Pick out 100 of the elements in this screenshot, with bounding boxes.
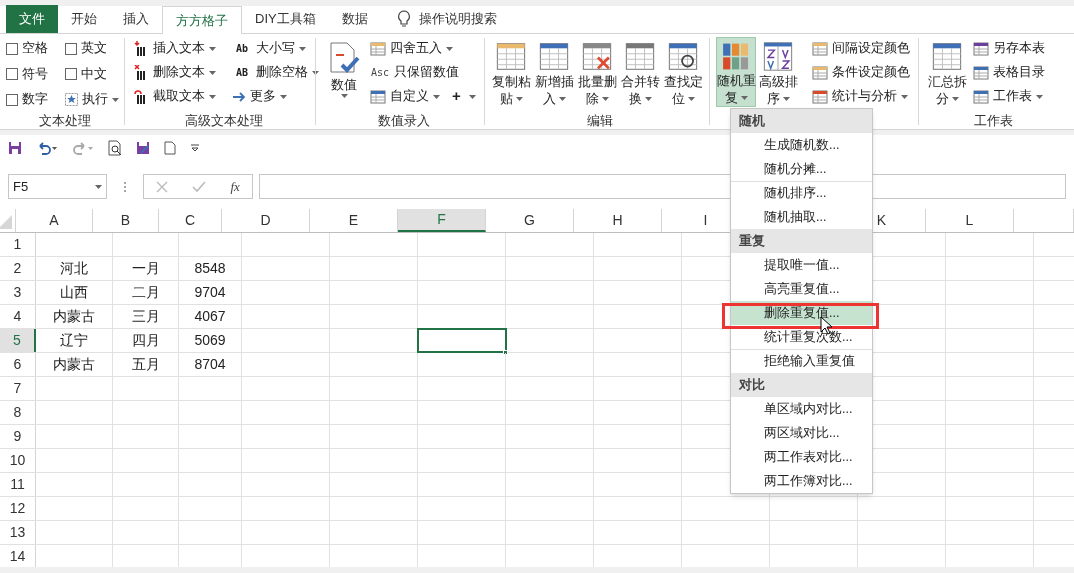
row-header[interactable]: 6: [0, 353, 36, 376]
ribbon-button[interactable]: 随机重 复: [716, 37, 756, 107]
menu-item[interactable]: 两工作簿对比...: [731, 469, 872, 493]
ribbon-button[interactable]: 高级排 序: [758, 37, 798, 107]
column-header[interactable]: H: [574, 209, 662, 232]
redo-icon[interactable]: [72, 141, 94, 155]
ribbon-button[interactable]: 数值: [324, 37, 364, 107]
row-header[interactable]: 9: [0, 425, 36, 448]
table-cell: 一月: [113, 257, 179, 280]
ribbon-button[interactable]: 四舍五入: [370, 37, 476, 60]
menu-item[interactable]: 随机排序...: [731, 181, 872, 205]
row-header[interactable]: 8: [0, 401, 36, 424]
caret-icon: [340, 94, 348, 98]
ribbon-button[interactable]: 删除文本: [133, 61, 216, 84]
ribbon-button[interactable]: 截取文本: [133, 85, 216, 108]
ribbon-button[interactable]: 统计与分析: [812, 85, 910, 108]
caret-icon: [433, 94, 440, 99]
column-header[interactable]: L: [926, 209, 1014, 232]
ribbon-button[interactable]: Ab 大小写: [232, 37, 319, 60]
print-preview-icon[interactable]: [108, 140, 122, 156]
add-button[interactable]: +: [452, 85, 476, 108]
menu-item[interactable]: 两工作表对比...: [731, 445, 872, 469]
column-header[interactable]: G: [486, 209, 574, 232]
save-edit-icon[interactable]: [136, 141, 150, 155]
ribbon-button[interactable]: 复制粘 贴: [491, 37, 531, 107]
table-cell: 5069: [179, 329, 242, 352]
caret-icon: [644, 97, 652, 101]
row-header[interactable]: 3: [0, 281, 36, 304]
undo-icon[interactable]: [36, 141, 58, 155]
ribbon-button[interactable]: 执行: [65, 88, 124, 112]
menu-item[interactable]: 统计重复次数...: [731, 325, 872, 349]
checkbox[interactable]: 英文: [65, 37, 124, 60]
ribbon-tab[interactable]: 开始: [58, 5, 110, 33]
row-header[interactable]: 1: [0, 233, 36, 256]
ribbon-button[interactable]: 查找定 位: [663, 37, 703, 107]
caret-icon: [601, 97, 609, 101]
new-document-icon[interactable]: [164, 141, 176, 155]
column-header[interactable]: C: [159, 209, 222, 232]
row-header[interactable]: 12: [0, 497, 36, 520]
caret-icon: [687, 97, 695, 101]
ribbon-button[interactable]: 汇总拆 分: [927, 37, 967, 107]
row-header[interactable]: 7: [0, 377, 36, 400]
document-check-icon: [328, 41, 360, 75]
menu-section-header: 对比: [731, 373, 872, 397]
column-header[interactable]: F: [398, 209, 486, 232]
checkbox[interactable]: 空格: [6, 37, 65, 60]
ribbon-tab[interactable]: 数据: [328, 5, 381, 33]
row-header[interactable]: 11: [0, 473, 36, 496]
checkbox[interactable]: 符号: [6, 62, 65, 86]
ribbon-button[interactable]: 批量删 除: [577, 37, 617, 107]
ribbon-button[interactable]: 工作表: [973, 85, 1045, 108]
menu-item[interactable]: 提取唯一值...: [731, 253, 872, 277]
menu-section-header: 随机: [731, 109, 872, 133]
menu-section-header: 重复: [731, 229, 872, 253]
lightbulb-icon: [396, 10, 411, 28]
row-header[interactable]: 10: [0, 449, 36, 472]
table-cell: 4067: [179, 305, 242, 328]
caret-icon: [558, 97, 566, 101]
ribbon-button[interactable]: 自定义: [370, 85, 440, 108]
sheet-icon: [812, 88, 828, 105]
menu-item[interactable]: 生成随机数...: [731, 133, 872, 157]
column-header[interactable]: D: [222, 209, 310, 232]
caret-icon: [112, 97, 119, 102]
file-tab[interactable]: 文件: [6, 5, 58, 33]
checkbox[interactable]: 中文: [65, 62, 124, 86]
menu-item[interactable]: 高亮重复值...: [731, 277, 872, 301]
column-header[interactable]: A: [16, 209, 93, 232]
table-cell: 内蒙古: [36, 305, 113, 328]
sheet-icon: [580, 41, 614, 72]
row-header[interactable]: 5: [0, 329, 36, 352]
tell-me-field[interactable]: 操作说明搜索: [418, 9, 539, 29]
ribbon-button[interactable]: 更多: [232, 85, 319, 108]
column-header[interactable]: B: [93, 209, 159, 232]
menu-item[interactable]: 随机分摊...: [731, 157, 872, 181]
caret-icon: [1036, 94, 1043, 99]
row-header[interactable]: 4: [0, 305, 36, 328]
row-header[interactable]: 13: [0, 521, 36, 544]
menu-item[interactable]: 单区域内对比...: [731, 397, 872, 421]
ribbon-button[interactable]: 插入文本: [133, 37, 216, 60]
ribbon-tab[interactable]: DIY工具箱: [242, 5, 329, 33]
ribbon-button[interactable]: 合并转 换: [620, 37, 660, 107]
customize-icon[interactable]: [190, 144, 200, 152]
menu-item[interactable]: 两区域对比...: [731, 421, 872, 445]
sheet-icon: [930, 41, 964, 72]
ribbon-button[interactable]: 表格目录: [973, 61, 1045, 84]
ribbon-button[interactable]: 条件设定颜色: [812, 61, 910, 84]
name-box[interactable]: F5: [8, 174, 107, 199]
checkbox[interactable]: 数字: [6, 88, 65, 112]
row-header[interactable]: 2: [0, 257, 36, 280]
sort-icon: [761, 41, 795, 72]
ribbon-button[interactable]: 另存本表: [973, 37, 1045, 60]
insert-function-button[interactable]: fx: [230, 176, 240, 197]
ribbon-button[interactable]: 间隔设定颜色: [812, 37, 910, 60]
check-icon[interactable]: [192, 180, 207, 193]
ribbon-tab[interactable]: 方方格子: [162, 6, 242, 34]
ribbon-tab[interactable]: 插入: [110, 5, 162, 33]
ribbon-button[interactable]: 新增插 入: [534, 37, 574, 107]
ribbon-button[interactable]: Asc 只保留数值: [370, 61, 476, 84]
group-label: 文本处理: [38, 113, 92, 129]
row-header[interactable]: 14: [0, 545, 36, 567]
